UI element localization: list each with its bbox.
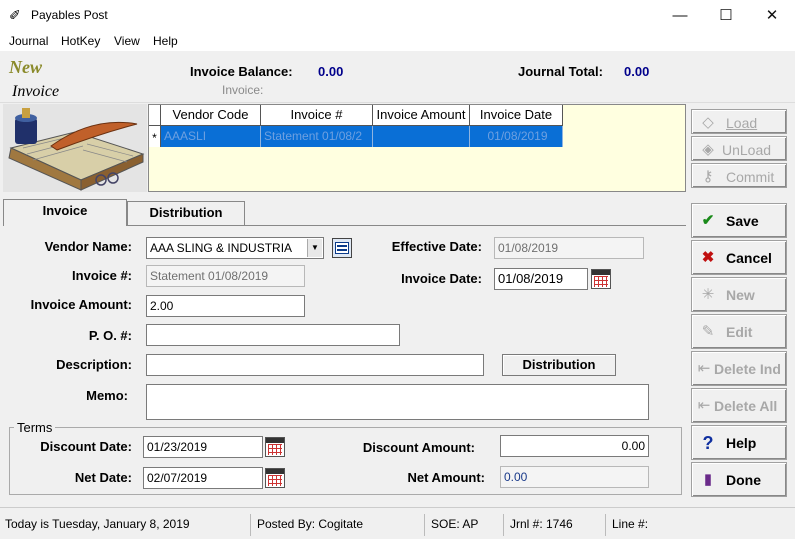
invoice-date-label: Invoice Date: — [401, 271, 482, 286]
column-header-vendor-code[interactable]: Vendor Code — [161, 105, 261, 126]
column-header-invoice-date[interactable]: Invoice Date — [470, 105, 563, 126]
status-journal-number: Jrnl #: 1746 — [503, 514, 605, 536]
memo-label: Memo: — [86, 388, 128, 403]
delete-all-icon: ⇤ — [697, 397, 711, 414]
row-marker: * — [149, 126, 161, 147]
eraser-icon: ◈ — [702, 141, 714, 158]
po-number-label: P. O. #: — [88, 328, 132, 343]
invoice-number-label: Invoice #: — [72, 268, 132, 283]
door-icon: ▮ — [703, 471, 713, 488]
calendar-icon[interactable] — [265, 468, 285, 488]
invoice-balance-label: Invoice Balance: — [190, 64, 293, 79]
book-quill-icon — [3, 104, 147, 192]
calendar-icon[interactable] — [265, 437, 285, 457]
menu-help[interactable]: Help — [153, 34, 178, 48]
journal-total-label: Journal Total: — [518, 64, 603, 79]
sparkle-icon: ✳ — [701, 286, 715, 303]
menu-bar: Journal HotKey View Help — [0, 31, 795, 51]
status-posted-by: Posted By: Cogitate — [250, 514, 425, 536]
unload-button[interactable]: ◈ UnLoad — [691, 136, 787, 161]
memo-field[interactable] — [146, 384, 649, 420]
delete-ind-button[interactable]: ⇤ Delete Ind — [691, 351, 787, 386]
column-header-invoice-amount[interactable]: Invoice Amount — [373, 105, 470, 126]
window-title: Payables Post — [31, 8, 108, 22]
edit-button[interactable]: ✎ Edit — [691, 314, 787, 349]
menu-journal[interactable]: Journal — [9, 34, 48, 48]
distribution-button[interactable]: Distribution — [502, 354, 616, 376]
close-button[interactable]: ✕ — [749, 0, 795, 31]
tab-distribution[interactable]: Distribution — [127, 201, 245, 225]
checkmark-icon: ✔ — [701, 212, 715, 229]
doc-type-label: Invoice — [12, 83, 60, 100]
vendor-lookup-icon[interactable] — [332, 238, 352, 258]
discount-date-label: Discount Date: — [40, 439, 132, 454]
delete-all-button[interactable]: ⇤ Delete All — [691, 388, 787, 423]
invoice-date-field[interactable]: 01/08/2019 — [494, 268, 588, 290]
mode-label: New — [9, 57, 42, 77]
delete-line-icon: ⇤ — [697, 360, 711, 377]
status-today: Today is Tuesday, January 8, 2019 — [5, 517, 190, 531]
column-header-invoice-no[interactable]: Invoice # — [261, 105, 373, 126]
terms-legend: Terms — [14, 420, 56, 435]
menu-hotkey[interactable]: HotKey — [61, 34, 100, 48]
app-icon: ✐ — [9, 7, 21, 23]
menu-view[interactable]: View — [114, 34, 140, 48]
save-button[interactable]: ✔ Save — [691, 203, 787, 238]
grid-corner — [149, 105, 161, 126]
invoice-balance-value: 0.00 — [318, 64, 344, 79]
tab-invoice[interactable]: Invoice — [3, 199, 127, 226]
title-bar: ✐ Payables Post — ☐ ✕ — [0, 0, 795, 31]
status-line-number: Line #: — [605, 514, 790, 536]
invoice-grid[interactable]: Vendor Code Invoice # Invoice Amount Inv… — [148, 104, 686, 192]
journal-total-value: 0.00 — [624, 64, 650, 79]
po-number-field[interactable] — [146, 324, 400, 346]
net-date-field[interactable]: 02/07/2019 — [143, 467, 263, 489]
ledger-book-illustration — [3, 104, 147, 192]
load-button[interactable]: ◇ Load — [691, 109, 787, 134]
chevron-down-icon[interactable]: ▼ — [307, 239, 322, 257]
cell-invoice-amount[interactable] — [373, 126, 470, 147]
invoice-amount-label: Invoice Amount: — [30, 297, 132, 312]
vendor-name-select[interactable]: AAA SLING & INDUSTRIA ▼ — [146, 237, 324, 259]
help-button[interactable]: ? Help — [691, 425, 787, 460]
discount-date-field[interactable]: 01/23/2019 — [143, 436, 263, 458]
description-field[interactable] — [146, 354, 484, 376]
done-button[interactable]: ▮ Done — [691, 462, 787, 497]
invoice-caption: Invoice: — [222, 83, 264, 97]
net-amount-label: Net Amount: — [407, 470, 485, 485]
cell-invoice-date[interactable]: 01/08/2019 — [470, 126, 563, 147]
effective-date-field[interactable]: 01/08/2019 — [494, 237, 644, 259]
status-soe: SOE: AP — [424, 514, 504, 536]
cell-invoice-no[interactable]: Statement 01/08/2 — [261, 126, 373, 147]
net-amount-field: 0.00 — [500, 466, 649, 488]
journal-header: New Invoice Invoice Balance: 0.00 Invoic… — [0, 51, 795, 103]
cancel-button[interactable]: ✖ Cancel — [691, 240, 787, 275]
eraser-icon: ◇ — [702, 114, 714, 131]
effective-date-label: Effective Date: — [391, 239, 482, 254]
vendor-name-value: AAA SLING & INDUSTRIA — [150, 241, 293, 255]
edit-icon: ✎ — [701, 323, 715, 340]
maximize-button[interactable]: ☐ — [703, 0, 749, 31]
discount-amount-field[interactable]: 0.00 — [500, 435, 649, 457]
vendor-name-label: Vendor Name: — [44, 239, 132, 254]
invoice-amount-field[interactable]: 2.00 — [146, 295, 305, 317]
cell-vendor-code[interactable]: AAASLI — [161, 126, 261, 147]
key-icon: ⚷ — [702, 168, 714, 185]
minimize-button[interactable]: — — [657, 0, 703, 31]
invoice-number-field[interactable]: Statement 01/08/2019 — [146, 265, 305, 287]
commit-button[interactable]: ⚷ Commit — [691, 163, 787, 188]
description-label: Description: — [56, 357, 132, 372]
status-bar: Today is Tuesday, January 8, 2019 Posted… — [0, 507, 795, 539]
question-mark-icon: ? — [702, 433, 714, 453]
calendar-icon[interactable] — [591, 269, 611, 289]
x-icon: ✖ — [701, 249, 715, 266]
new-button[interactable]: ✳ New — [691, 277, 787, 312]
net-date-label: Net Date: — [74, 470, 132, 485]
discount-amount-label: Discount Amount: — [362, 440, 475, 455]
